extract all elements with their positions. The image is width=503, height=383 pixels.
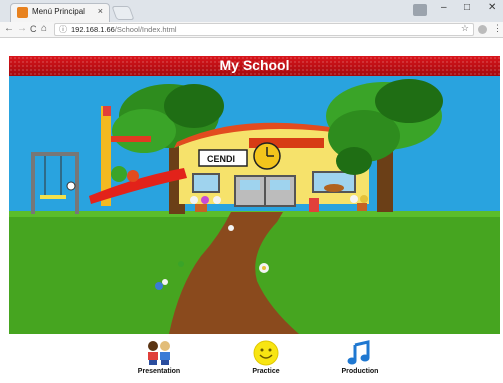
school-scene-image: CENDI xyxy=(9,76,500,334)
url-text: 192.168.1.66/School/Index.html xyxy=(71,25,177,34)
bottom-navigation: Presentation Practice Production xyxy=(9,334,500,383)
profile-icon[interactable] xyxy=(413,4,427,16)
maximize-button[interactable]: □ xyxy=(464,2,470,13)
browser-toolbar: ← → C ⌂ ⓘ 192.168.1.66/School/Index.html… xyxy=(0,22,503,38)
page-banner: My School xyxy=(9,56,500,76)
back-button[interactable]: ← xyxy=(4,23,14,34)
browser-menu-icon[interactable]: ⋮ xyxy=(493,23,502,34)
url-host: 192.168.1.66 xyxy=(71,25,115,34)
browser-window: Menú Principal × – □ ✕ ← → C ⌂ ⓘ 192.168… xyxy=(0,0,503,38)
presentation-button[interactable]: Presentation xyxy=(119,340,199,375)
production-label: Production xyxy=(341,368,379,375)
info-icon[interactable]: ⓘ xyxy=(59,24,67,35)
page-title: My School xyxy=(219,57,290,73)
tab-close-icon[interactable]: × xyxy=(98,6,103,16)
school-sign: CENDI xyxy=(207,154,235,164)
practice-button[interactable]: Practice xyxy=(226,340,306,375)
new-tab-button[interactable] xyxy=(111,6,135,20)
address-bar[interactable]: ⓘ 192.168.1.66/School/Index.html ☆ xyxy=(54,23,474,36)
reload-button[interactable]: C xyxy=(30,24,37,34)
kids-icon xyxy=(148,341,170,365)
home-button[interactable]: ⌂ xyxy=(41,23,47,34)
extension-icon[interactable] xyxy=(478,25,487,34)
tab-strip: Menú Principal × – □ ✕ xyxy=(0,0,503,22)
tab-title: Menú Principal xyxy=(32,7,85,16)
minimize-button[interactable]: – xyxy=(441,2,447,13)
music-note-icon xyxy=(347,340,370,365)
browser-tab[interactable]: Menú Principal × xyxy=(10,3,110,22)
smiley-icon xyxy=(253,340,279,366)
bookmark-star-icon[interactable]: ☆ xyxy=(461,23,469,34)
url-path: /School/Index.html xyxy=(114,25,177,34)
presentation-label: Presentation xyxy=(137,368,181,375)
favicon-icon xyxy=(17,7,28,18)
forward-button[interactable]: → xyxy=(17,23,27,34)
production-button[interactable]: Production xyxy=(320,340,400,375)
close-window-button[interactable]: ✕ xyxy=(488,2,496,13)
practice-label: Practice xyxy=(252,368,280,375)
